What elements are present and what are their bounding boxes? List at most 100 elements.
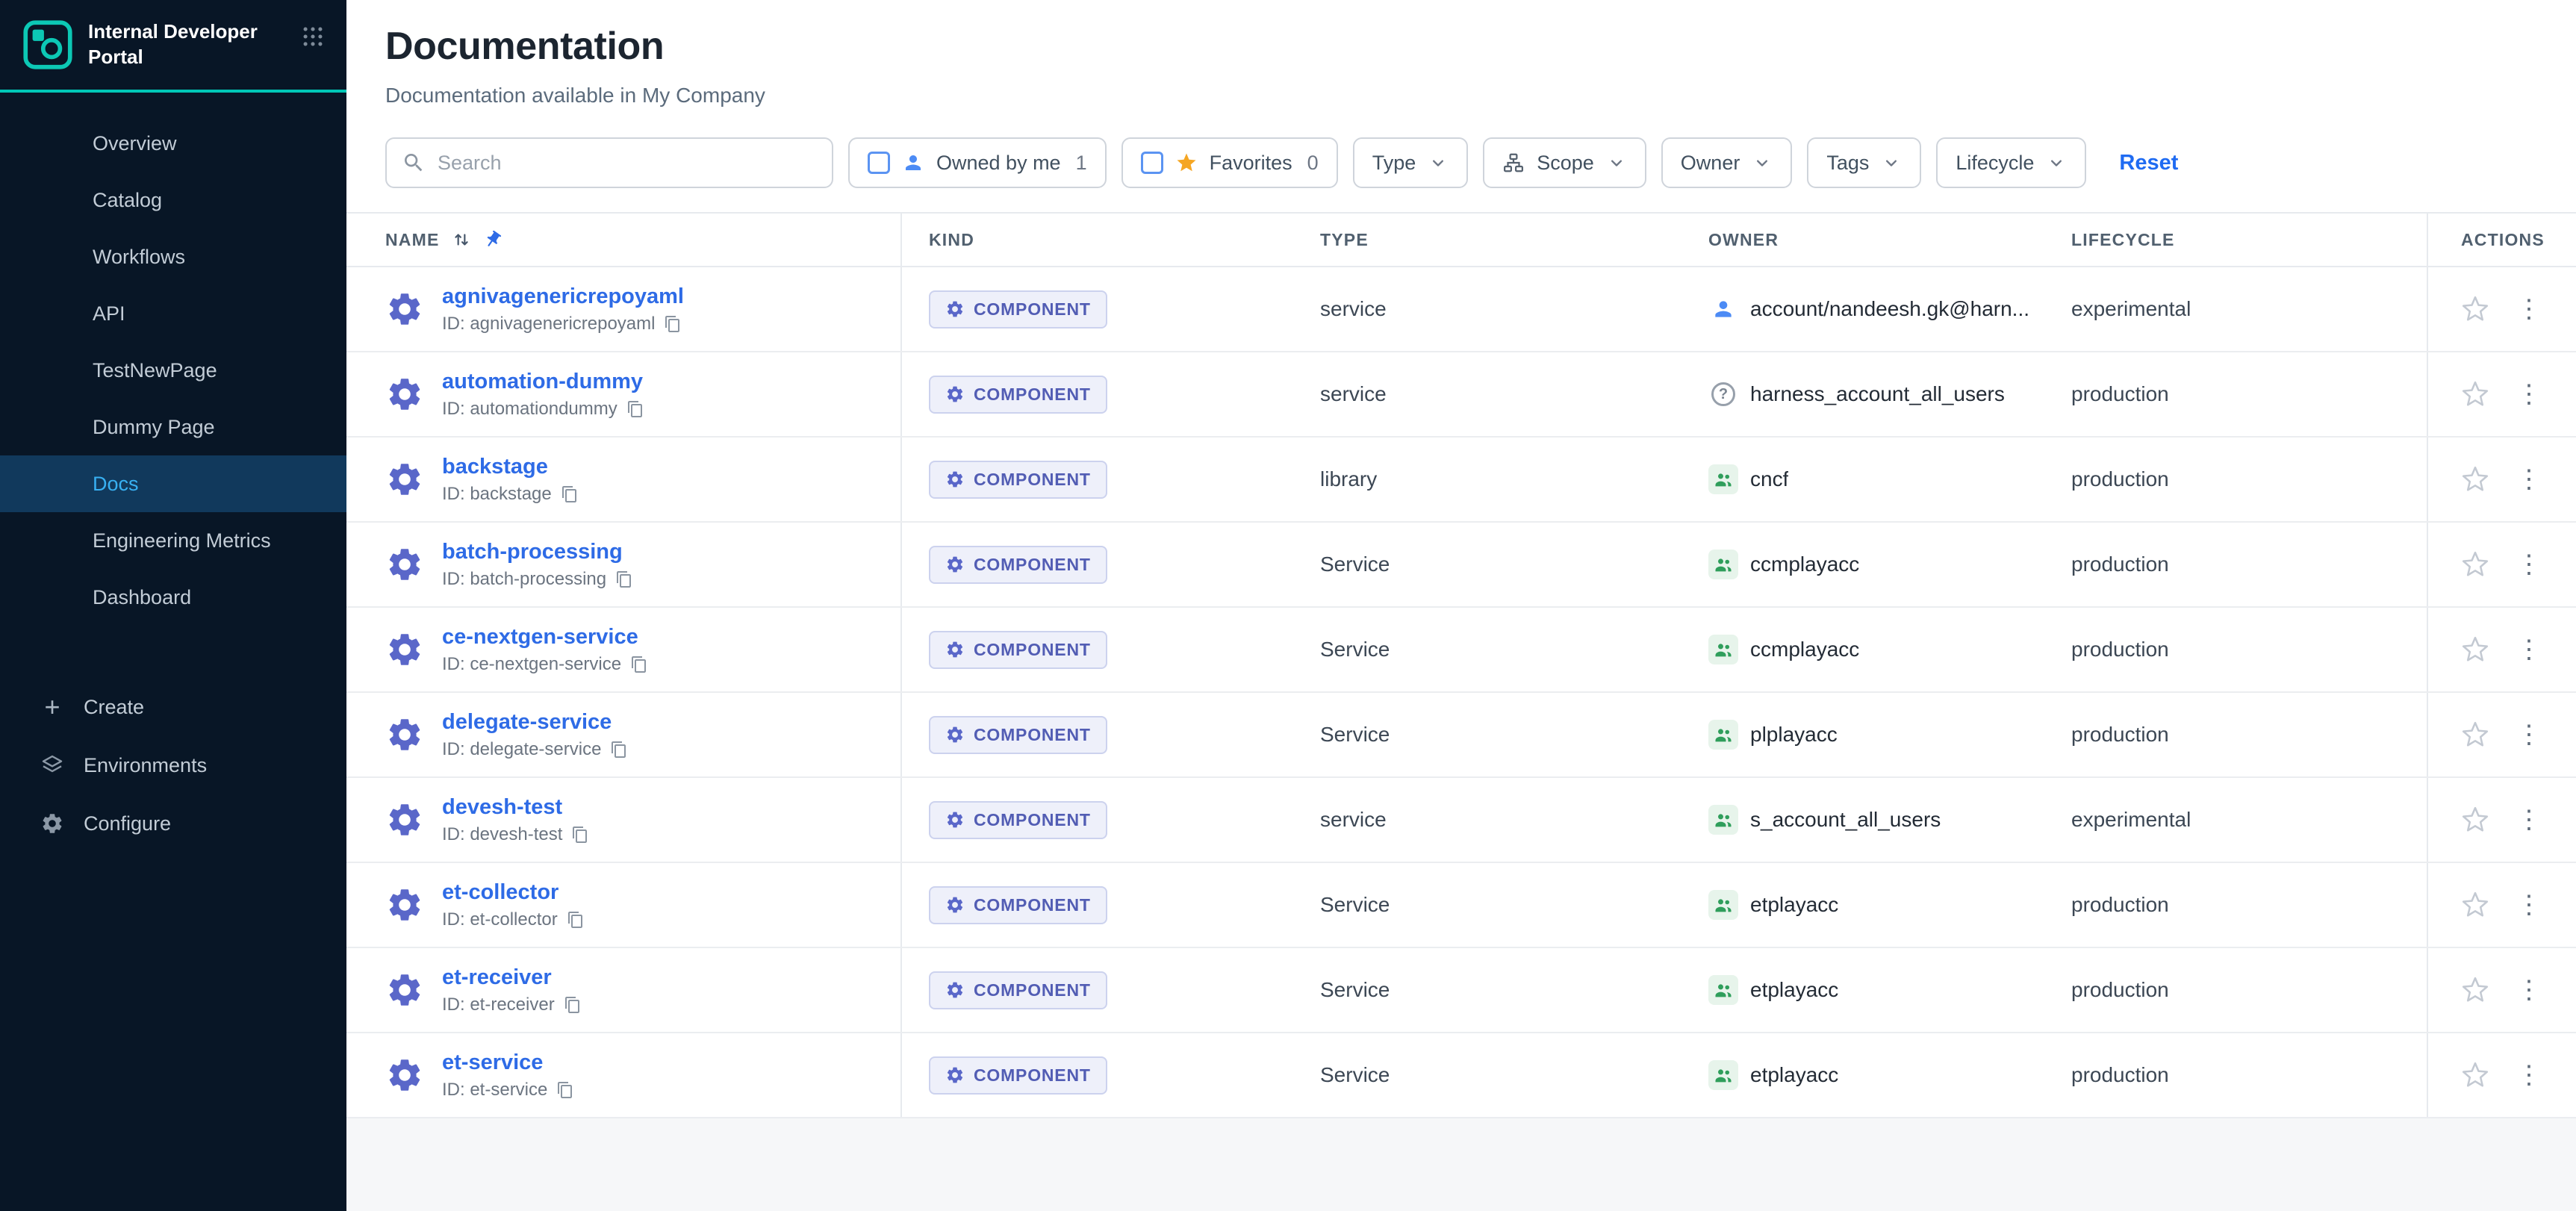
copy-icon[interactable] <box>615 570 633 588</box>
type-value: Service <box>1320 638 1390 661</box>
owned-by-me-checkbox[interactable] <box>868 152 890 174</box>
content-background <box>346 1118 2576 1211</box>
kebab-menu-icon[interactable]: ⋮ <box>2513 974 2545 1006</box>
table-row[interactable]: automation-dummy ID: automationdummy COM… <box>346 352 2576 438</box>
kind-badge: COMPONENT <box>929 1056 1107 1095</box>
page-header: Documentation Documentation available in… <box>346 0 2576 122</box>
sidebar-item[interactable]: Catalog <box>0 172 346 228</box>
sidebar-item[interactable]: Dashboard <box>0 569 346 626</box>
entity-name-link[interactable]: et-receiver <box>442 965 582 990</box>
chevron-down-icon <box>1606 152 1627 173</box>
sidebar-item-label: Engineering Metrics <box>93 529 271 552</box>
sidebar-item[interactable]: Overview <box>0 115 346 172</box>
search-icon <box>402 151 426 175</box>
owned-by-me-filter[interactable]: Owned by me 1 <box>848 137 1107 188</box>
copy-icon[interactable] <box>610 741 628 759</box>
filter-dropdowns: Type Scope Owner Tags Lifecycle <box>1353 137 2087 188</box>
kebab-menu-icon[interactable]: ⋮ <box>2513 549 2545 580</box>
group-icon <box>1713 980 1734 1000</box>
filter-dropdown[interactable]: Lifecycle <box>1936 137 2086 188</box>
copy-icon[interactable] <box>664 315 682 333</box>
reset-filters-link[interactable]: Reset <box>2119 151 2178 175</box>
filter-dropdown[interactable]: Tags <box>1807 137 1921 188</box>
apps-grid-icon[interactable] <box>300 24 326 49</box>
sidebar-item-create[interactable]: + Create <box>0 678 346 736</box>
favorites-checkbox[interactable] <box>1141 152 1163 174</box>
favorite-star-icon[interactable] <box>2461 635 2489 664</box>
filter-bar: Owned by me 1 Favorites 0 Type Scope Own… <box>346 122 2576 212</box>
sidebar-item-label: Catalog <box>93 189 162 212</box>
entity-name-link[interactable]: batch-processing <box>442 540 633 564</box>
unknown-owner-icon: ? <box>1711 382 1735 406</box>
copy-icon[interactable] <box>626 400 644 418</box>
favorite-star-icon[interactable] <box>2461 550 2489 579</box>
favorite-star-icon[interactable] <box>2461 806 2489 834</box>
entity-name-link[interactable]: backstage <box>442 455 579 479</box>
entity-id: ID: backstage <box>442 484 552 505</box>
favorite-star-icon[interactable] <box>2461 976 2489 1004</box>
kind-badge: COMPONENT <box>929 376 1107 414</box>
entity-name-link[interactable]: et-service <box>442 1050 574 1075</box>
column-name-label[interactable]: NAME <box>385 230 440 250</box>
sidebar-item[interactable]: Engineering Metrics <box>0 512 346 569</box>
filter-dropdown[interactable]: Scope <box>1483 137 1646 188</box>
favorite-star-icon[interactable] <box>2461 295 2489 323</box>
type-value: Service <box>1320 1063 1390 1087</box>
table-row[interactable]: et-service ID: et-service COMPONENT Serv… <box>346 1033 2576 1118</box>
sidebar-item[interactable]: Workflows <box>0 228 346 285</box>
table-row[interactable]: backstage ID: backstage COMPONENT librar… <box>346 438 2576 523</box>
kebab-menu-icon[interactable]: ⋮ <box>2513 719 2545 750</box>
kebab-menu-icon[interactable]: ⋮ <box>2513 464 2545 495</box>
sidebar-item[interactable]: TestNewPage <box>0 342 346 399</box>
table-row[interactable]: agnivagenericrepoyaml ID: agnivagenericr… <box>346 267 2576 352</box>
favorite-star-icon[interactable] <box>2461 465 2489 494</box>
kebab-menu-icon[interactable]: ⋮ <box>2513 804 2545 835</box>
component-gear-icon <box>385 290 424 329</box>
copy-icon[interactable] <box>561 485 579 503</box>
sidebar-item-environments[interactable]: Environments <box>0 736 346 794</box>
pin-icon[interactable] <box>479 226 505 253</box>
favorite-star-icon[interactable] <box>2461 891 2489 919</box>
sidebar-item[interactable]: API <box>0 285 346 342</box>
filter-dropdown[interactable]: Owner <box>1661 137 1793 188</box>
type-value: library <box>1320 467 1377 491</box>
table-row[interactable]: et-collector ID: et-collector COMPONENT … <box>346 863 2576 948</box>
table-row[interactable]: devesh-test ID: devesh-test COMPONENT se… <box>346 778 2576 863</box>
dropdown-label: Lifecycle <box>1956 152 2034 175</box>
favorite-star-icon[interactable] <box>2461 720 2489 749</box>
copy-icon[interactable] <box>567 911 585 929</box>
copy-icon[interactable] <box>556 1081 574 1099</box>
kind-badge: COMPONENT <box>929 716 1107 754</box>
kebab-menu-icon[interactable]: ⋮ <box>2513 634 2545 665</box>
kebab-menu-icon[interactable]: ⋮ <box>2513 1059 2545 1091</box>
copy-icon[interactable] <box>630 656 648 673</box>
entity-name-link[interactable]: et-collector <box>442 880 585 905</box>
sidebar-item-configure[interactable]: Configure <box>0 794 346 853</box>
favorites-filter[interactable]: Favorites 0 <box>1121 137 1338 188</box>
kebab-menu-icon[interactable]: ⋮ <box>2513 889 2545 921</box>
table-row[interactable]: batch-processing ID: batch-processing CO… <box>346 523 2576 608</box>
entity-name-link[interactable]: devesh-test <box>442 795 589 820</box>
copy-icon[interactable] <box>571 826 589 844</box>
column-lifecycle-label: LIFECYCLE <box>2071 230 2175 250</box>
filter-dropdown[interactable]: Type <box>1353 137 1469 188</box>
kind-label: COMPONENT <box>974 1065 1091 1086</box>
sidebar-item[interactable]: Dummy Page <box>0 399 346 455</box>
entity-name-link[interactable]: agnivagenericrepoyaml <box>442 284 684 309</box>
owner-icon: ? <box>1708 975 1738 1005</box>
column-header-actions: ACTIONS <box>2427 214 2576 266</box>
table-row[interactable]: ce-nextgen-service ID: ce-nextgen-servic… <box>346 608 2576 693</box>
table-row[interactable]: delegate-service ID: delegate-service CO… <box>346 693 2576 778</box>
table-row[interactable]: et-receiver ID: et-receiver COMPONENT Se… <box>346 948 2576 1033</box>
favorite-star-icon[interactable] <box>2461 1061 2489 1089</box>
entity-name-link[interactable]: automation-dummy <box>442 370 644 394</box>
sidebar-item[interactable]: Docs <box>0 455 346 512</box>
kebab-menu-icon[interactable]: ⋮ <box>2513 379 2545 410</box>
entity-name-link[interactable]: ce-nextgen-service <box>442 625 648 650</box>
sort-icon[interactable] <box>452 230 471 249</box>
search-input[interactable] <box>426 139 832 187</box>
copy-icon[interactable] <box>564 996 582 1014</box>
entity-name-link[interactable]: delegate-service <box>442 710 628 735</box>
kebab-menu-icon[interactable]: ⋮ <box>2513 293 2545 325</box>
favorite-star-icon[interactable] <box>2461 380 2489 408</box>
